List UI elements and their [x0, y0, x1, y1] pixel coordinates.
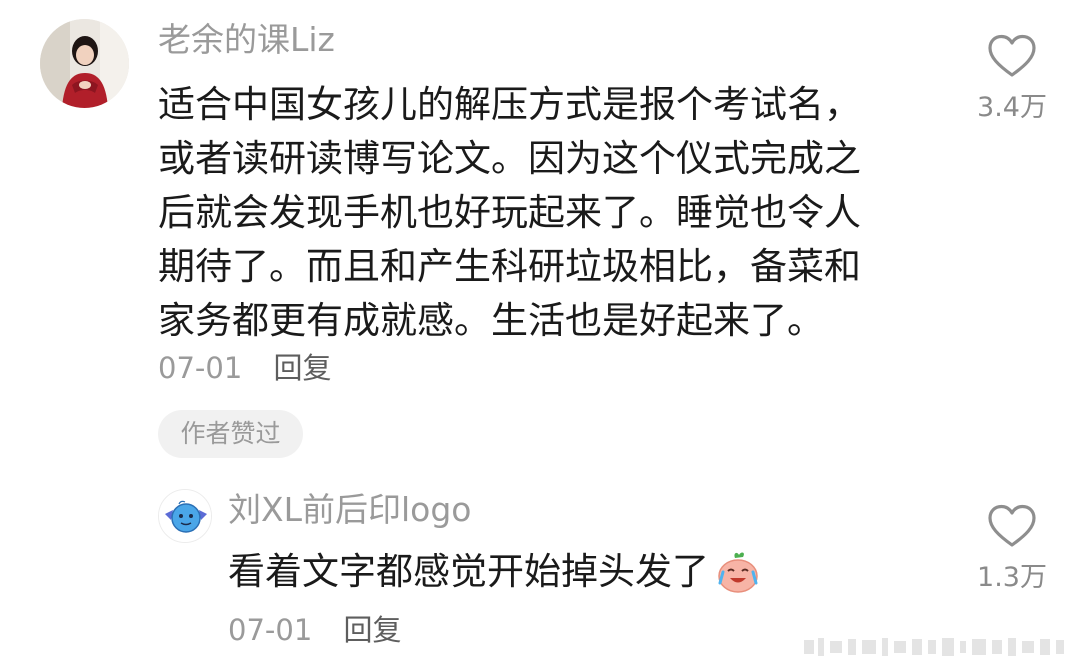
comment-date: 07-01: [228, 613, 313, 647]
comment-text-line: 家务都更有成就感。生活也是好起来了。: [158, 299, 824, 342]
reply-button[interactable]: 回复: [274, 350, 332, 386]
heart-outline-icon[interactable]: [987, 33, 1037, 79]
comment-meta: 07-01 回复: [228, 612, 402, 648]
comment-username[interactable]: 老余的课Liz: [158, 20, 335, 60]
comment-username[interactable]: 刘XL前后印logo: [228, 490, 472, 530]
avatar-photo-icon: [40, 19, 129, 108]
comment-text-line: 适合中国女孩儿的解压方式是报个考试名，: [158, 83, 861, 126]
comment-text-line: 后就会发现手机也好玩起来了。睡觉也令人: [158, 191, 861, 234]
avatar-cartoon-icon: [159, 490, 211, 542]
author-liked-badge: 作者赞过: [158, 410, 303, 458]
crying-laughing-peach-emoji: [718, 552, 758, 593]
comment-thread: 老余的课Liz 适合中国女孩儿的解压方式是报个考试名， 或者读研读博写论文。因为…: [0, 0, 1073, 668]
comment-text-line: 看着文字都感觉开始掉头发了: [228, 550, 709, 593]
like-control[interactable]: 3.4万: [957, 33, 1067, 125]
comment-text: 看着文字都感觉开始掉头发了: [228, 545, 761, 599]
watermark-icon: [798, 632, 1070, 662]
avatar[interactable]: [158, 489, 212, 543]
comment-date: 07-01: [158, 351, 243, 385]
comment-meta: 07-01 回复: [158, 350, 332, 386]
heart-outline-icon[interactable]: [987, 503, 1037, 549]
comment-text: 适合中国女孩儿的解压方式是报个考试名， 或者读研读博写论文。因为这个仪式完成之 …: [158, 78, 861, 348]
like-control[interactable]: 1.3万: [957, 503, 1067, 595]
like-count: 3.4万: [977, 92, 1047, 123]
avatar[interactable]: [40, 19, 129, 108]
comment-text-line: 期待了。而且和产生科研垃圾相比，备菜和: [158, 245, 861, 288]
like-count: 1.3万: [977, 562, 1047, 593]
reply-button[interactable]: 回复: [344, 612, 402, 648]
comment-text-line: 或者读研读博写论文。因为这个仪式完成之: [158, 137, 861, 180]
